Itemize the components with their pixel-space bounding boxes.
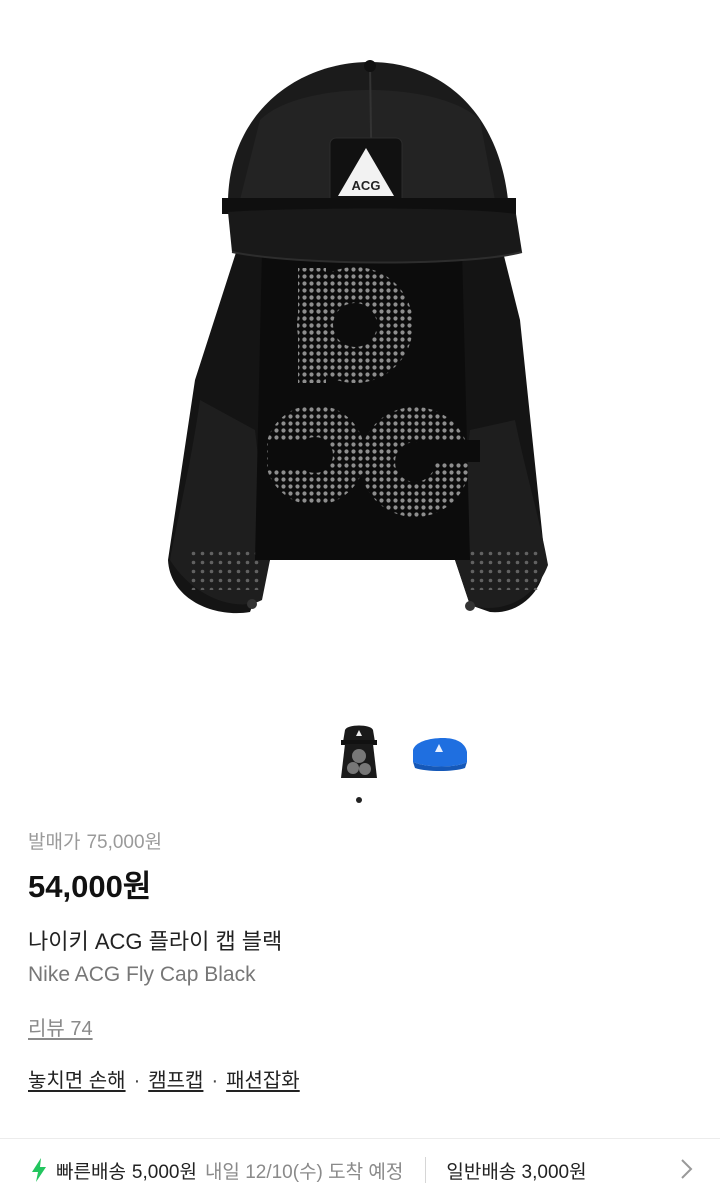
gallery-page-indicator [356,797,362,803]
shipping-divider [425,1157,427,1183]
product-name-korean: 나이키 ACG 플라이 캡 블랙 [28,929,283,954]
image-thumbnail-strip [0,722,720,792]
normal-shipping-label[interactable]: 일반배송 3,000원 [446,1157,606,1184]
release-price-value: 75,000원 [86,832,163,853]
lightning-bolt-icon [30,1158,48,1182]
tag-link[interactable]: 패션잡화 [226,1070,300,1092]
fast-shipping-label: 빠른배송 [56,1161,126,1183]
sale-price: 54,000원 [28,869,152,904]
fast-shipping-price: 5,000원 [131,1161,197,1183]
review-link[interactable]: 리뷰 74 [28,1018,93,1040]
product-name-english: Nike ACG Fly Cap Black [28,963,256,986]
svg-text:ACG: ACG [352,178,381,193]
tag-separator: · [133,1070,141,1092]
tag-link[interactable]: 캠프캡 [148,1070,203,1092]
cap-illustration: ACG [168,60,548,614]
tag-separator: · [211,1070,219,1092]
release-price-label: 발매가 [28,832,81,853]
thumbnail-black-cap[interactable] [327,722,391,786]
product-image[interactable]: ACG [0,0,720,700]
shipping-options-bar[interactable]: 빠른배송 5,000원 내일 12/10(수) 도착 예정 일반배송 3,000… [0,1138,720,1201]
tag-list: 놓치면 손해 · 캠프캡 · 패션잡화 [28,1068,698,1094]
thumbnail-blue-cap[interactable] [407,722,471,786]
tag-link[interactable]: 놓치면 손해 [28,1070,126,1092]
review-count: 리뷰 74 [28,1016,698,1042]
product-info: 발매가 75,000원 54,000원 나이키 ACG 플라이 캡 블랙 Nike… [28,830,698,1094]
release-price: 발매가 75,000원 [28,830,698,856]
fast-shipping-eta: 내일 12/10(수) 도착 예정 [204,1161,404,1183]
chevron-right-icon[interactable] [680,1157,694,1181]
